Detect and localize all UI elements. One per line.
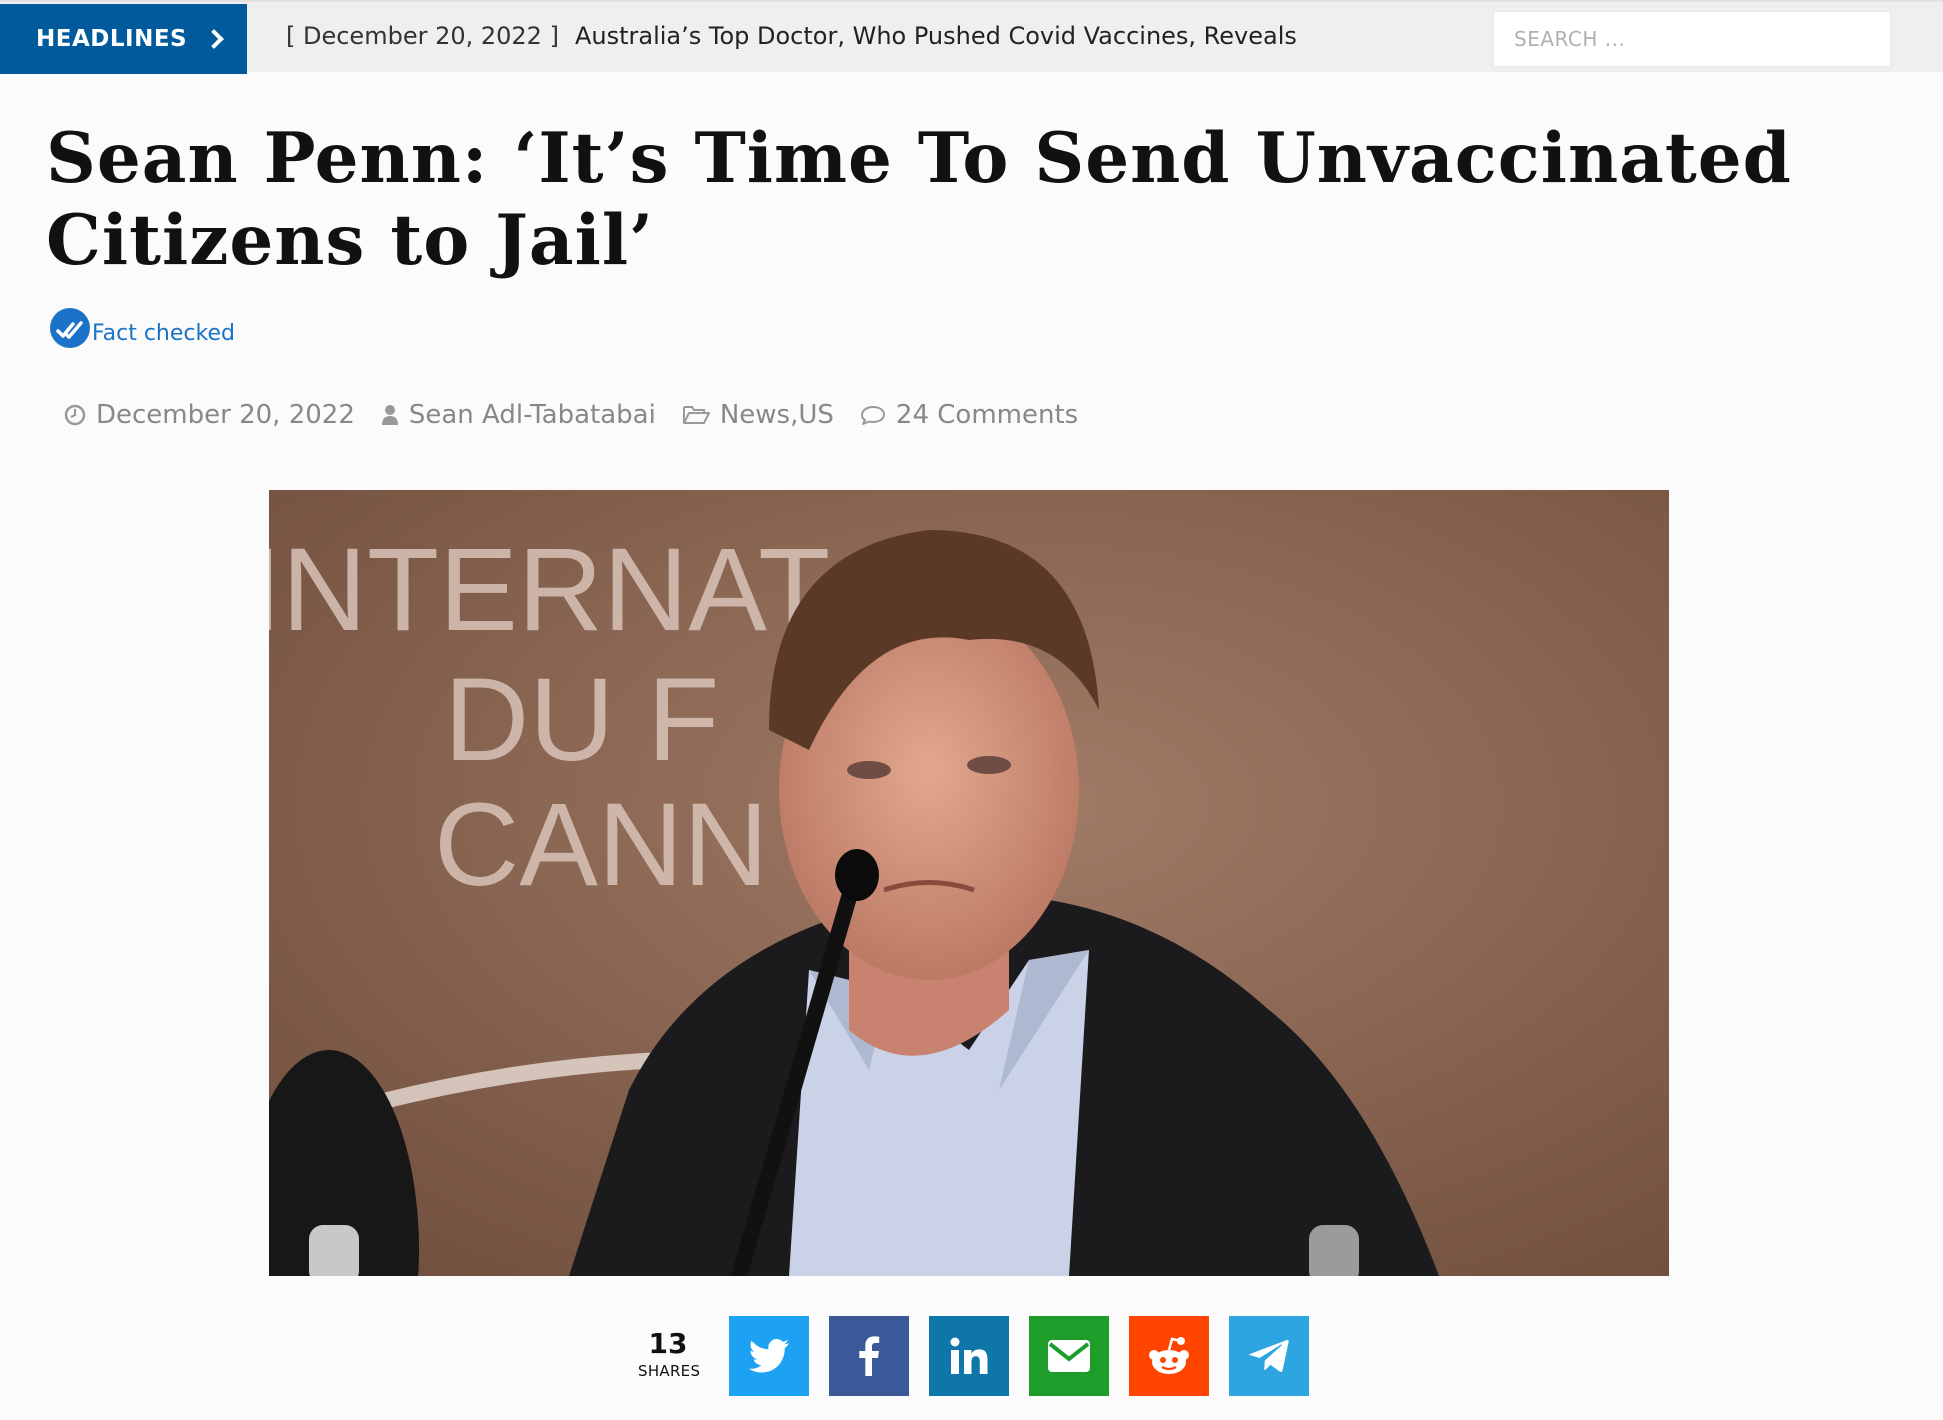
share-linkedin-button[interactable]: [929, 1316, 1009, 1396]
featured-image-illustration: INTERNAT DU F CANN: [269, 490, 1669, 1276]
post-author[interactable]: Sean Adl-Tabatabai: [381, 400, 656, 430]
folder-open-icon: [682, 406, 710, 424]
post-comments[interactable]: 24 Comments: [860, 400, 1078, 430]
clock-icon: [64, 404, 86, 426]
double-check-icon: [50, 308, 92, 348]
comment-icon: [860, 406, 885, 425]
article-title: Sean Penn: ‘It’s Time To Send Unvaccinat…: [46, 118, 1792, 281]
headline-ticker[interactable]: [ December 20, 2022 ] Australia’s Top Doc…: [286, 22, 1297, 50]
search-input[interactable]: [1493, 11, 1891, 67]
ticker-date: [ December 20, 2022 ]: [286, 22, 559, 50]
post-categories: News, US: [682, 400, 834, 430]
comments-link[interactable]: 24 Comments: [896, 400, 1078, 430]
featured-image: INTERNAT DU F CANN: [269, 490, 1669, 1276]
category-link-news[interactable]: News: [720, 400, 790, 430]
share-email-button[interactable]: [1029, 1316, 1109, 1396]
reddit-icon: [1149, 1337, 1189, 1374]
share-count: 13 SHARES: [638, 1327, 701, 1382]
twitter-icon: [749, 1339, 789, 1373]
linkedin-icon: [950, 1337, 988, 1374]
facebook-icon: [859, 1336, 880, 1376]
category-link-us[interactable]: US: [798, 400, 834, 430]
headlines-bar: HEADLINES [ December 20, 2022 ] Australia…: [0, 0, 1943, 74]
user-icon: [381, 405, 398, 425]
article-meta: December 20, 2022 Sean Adl-Tabatabai New…: [64, 400, 1104, 430]
share-count-number: 13: [648, 1327, 688, 1360]
headlines-text: HEADLINES: [36, 26, 188, 52]
headlines-label[interactable]: HEADLINES: [0, 4, 247, 74]
telegram-icon: [1249, 1339, 1289, 1372]
fact-checked-badge[interactable]: Fact checked: [48, 306, 235, 350]
author-link[interactable]: Sean Adl-Tabatabai: [409, 400, 656, 430]
backdrop-text-line1: INTERNAT: [269, 524, 830, 656]
fact-checked-label: Fact checked: [92, 321, 235, 346]
category-separator: ,: [790, 400, 799, 430]
share-twitter-button[interactable]: [729, 1316, 809, 1396]
post-date: December 20, 2022: [64, 400, 355, 430]
post-date-text: December 20, 2022: [96, 400, 355, 430]
ticker-headline[interactable]: Australia’s Top Doctor, Who Pushed Covid…: [575, 22, 1297, 50]
envelope-icon: [1048, 1340, 1090, 1372]
share-facebook-button[interactable]: [829, 1316, 909, 1396]
backdrop-text-line3: CANN: [434, 779, 768, 911]
chevron-right-icon: [204, 29, 224, 49]
share-reddit-button[interactable]: [1129, 1316, 1209, 1396]
backdrop-text-line2: DU F: [444, 654, 719, 786]
share-telegram-button[interactable]: [1229, 1316, 1309, 1396]
share-count-label: SHARES: [638, 1362, 701, 1380]
